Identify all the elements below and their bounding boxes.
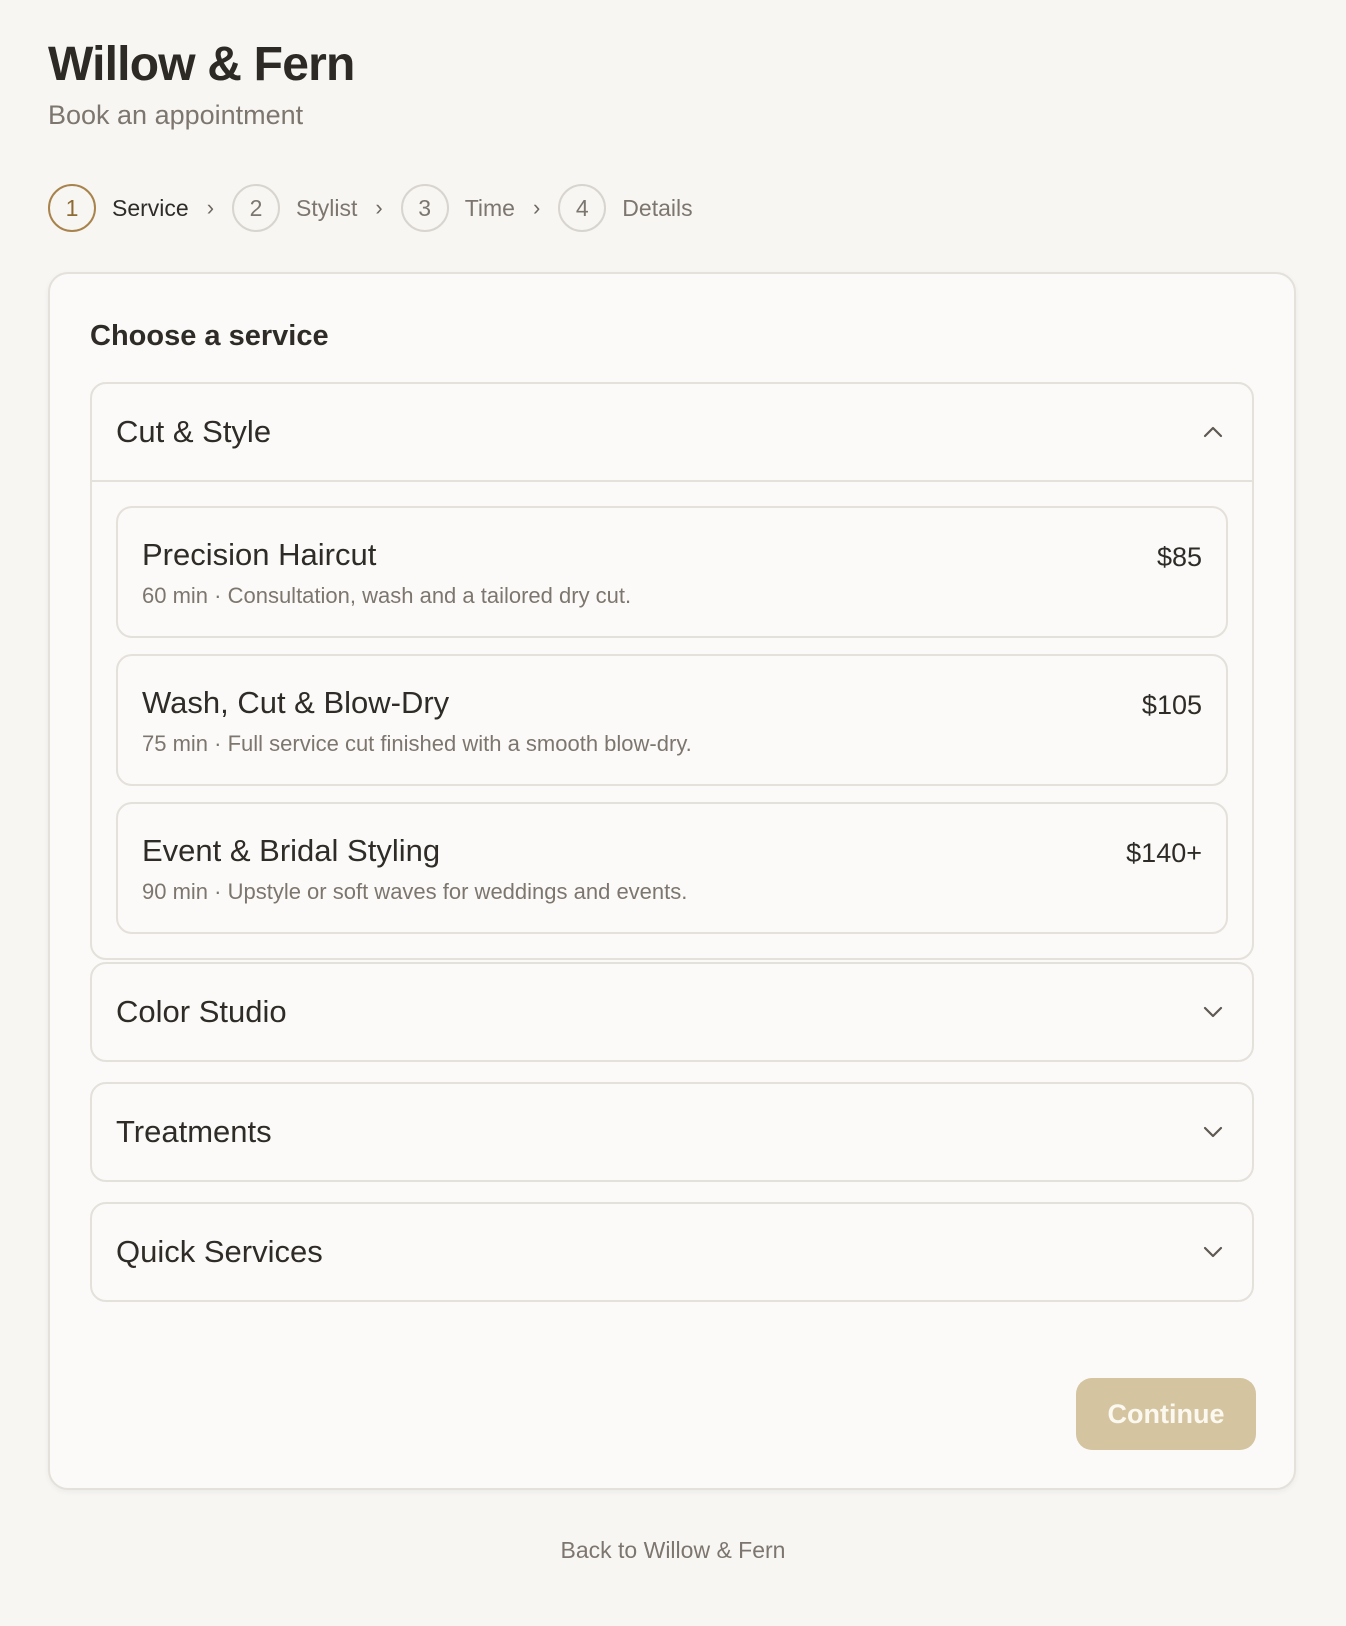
chevron-right-icon: ›	[375, 195, 383, 220]
service-price: $140+	[1126, 838, 1202, 868]
category-services: Precision Haircut 60 min · Consultation,…	[92, 480, 1252, 958]
back-link[interactable]: Back to Willow & Fern	[0, 1537, 1346, 1564]
step-service[interactable]: 1 Service	[48, 184, 189, 232]
category-treatments: Treatments	[90, 1082, 1254, 1182]
step-number: 1	[48, 184, 96, 232]
card-title: Choose a service	[90, 320, 329, 352]
service-selection-card: Choose a service Cut & Style Precision H…	[48, 272, 1296, 1490]
category-quick-services: Quick Services	[90, 1202, 1254, 1302]
step-details[interactable]: 4 Details	[558, 184, 693, 232]
category-header[interactable]: Cut & Style	[92, 384, 1252, 480]
category-title: Treatments	[116, 1114, 272, 1149]
service-option[interactable]: Wash, Cut & Blow-Dry 75 min · Full servi…	[116, 654, 1228, 786]
chevron-down-icon	[1203, 1126, 1223, 1138]
service-description: 90 min · Upstyle or soft waves for weddi…	[142, 879, 688, 904]
step-number: 2	[232, 184, 281, 232]
category-header[interactable]: Treatments	[92, 1084, 1252, 1180]
step-label: Details	[622, 194, 693, 221]
service-option[interactable]: Event & Bridal Styling 90 min · Upstyle …	[116, 802, 1228, 934]
service-name: Event & Bridal Styling	[142, 833, 441, 868]
service-option[interactable]: Precision Haircut 60 min · Consultation,…	[116, 506, 1228, 638]
chevron-right-icon: ›	[206, 195, 215, 220]
step-time[interactable]: 3 Time	[400, 184, 515, 232]
category-header[interactable]: Color Studio	[92, 964, 1252, 1060]
category-color-studio: Color Studio	[90, 962, 1254, 1062]
category-cut-and-style: Cut & Style Precision Haircut 60 min · C…	[90, 382, 1254, 960]
step-number: 3	[400, 184, 449, 232]
service-name: Wash, Cut & Blow-Dry	[142, 685, 450, 720]
chevron-down-icon	[1203, 1006, 1223, 1018]
step-stylist[interactable]: 2 Stylist	[232, 184, 357, 232]
step-number: 4	[558, 184, 607, 232]
service-name: Precision Haircut	[142, 537, 377, 572]
step-label: Stylist	[296, 194, 358, 221]
step-indicator: 1 Service › 2 Stylist › 3 Time › 4 Detai…	[48, 184, 693, 232]
step-label: Time	[464, 194, 515, 221]
category-header[interactable]: Quick Services	[92, 1204, 1252, 1300]
page-subtitle: Book an appointment	[48, 100, 304, 130]
service-price: $85	[1156, 542, 1202, 572]
service-description: 75 min · Full service cut finished with …	[142, 731, 692, 756]
chevron-up-icon	[1203, 426, 1223, 438]
category-title: Quick Services	[116, 1234, 323, 1269]
chevron-down-icon	[1203, 1246, 1223, 1258]
brand-title: Willow & Fern	[48, 38, 355, 91]
category-title: Color Studio	[116, 994, 287, 1029]
category-title: Cut & Style	[116, 414, 272, 449]
step-label: Service	[112, 194, 189, 221]
chevron-right-icon: ›	[532, 195, 541, 220]
continue-button[interactable]: Continue	[1076, 1378, 1256, 1450]
service-description: 60 min · Consultation, wash and a tailor…	[142, 583, 632, 608]
service-price: $105	[1141, 690, 1202, 720]
booking-page: Willow & Fern Book an appointment 1 Serv…	[0, 0, 1346, 1626]
